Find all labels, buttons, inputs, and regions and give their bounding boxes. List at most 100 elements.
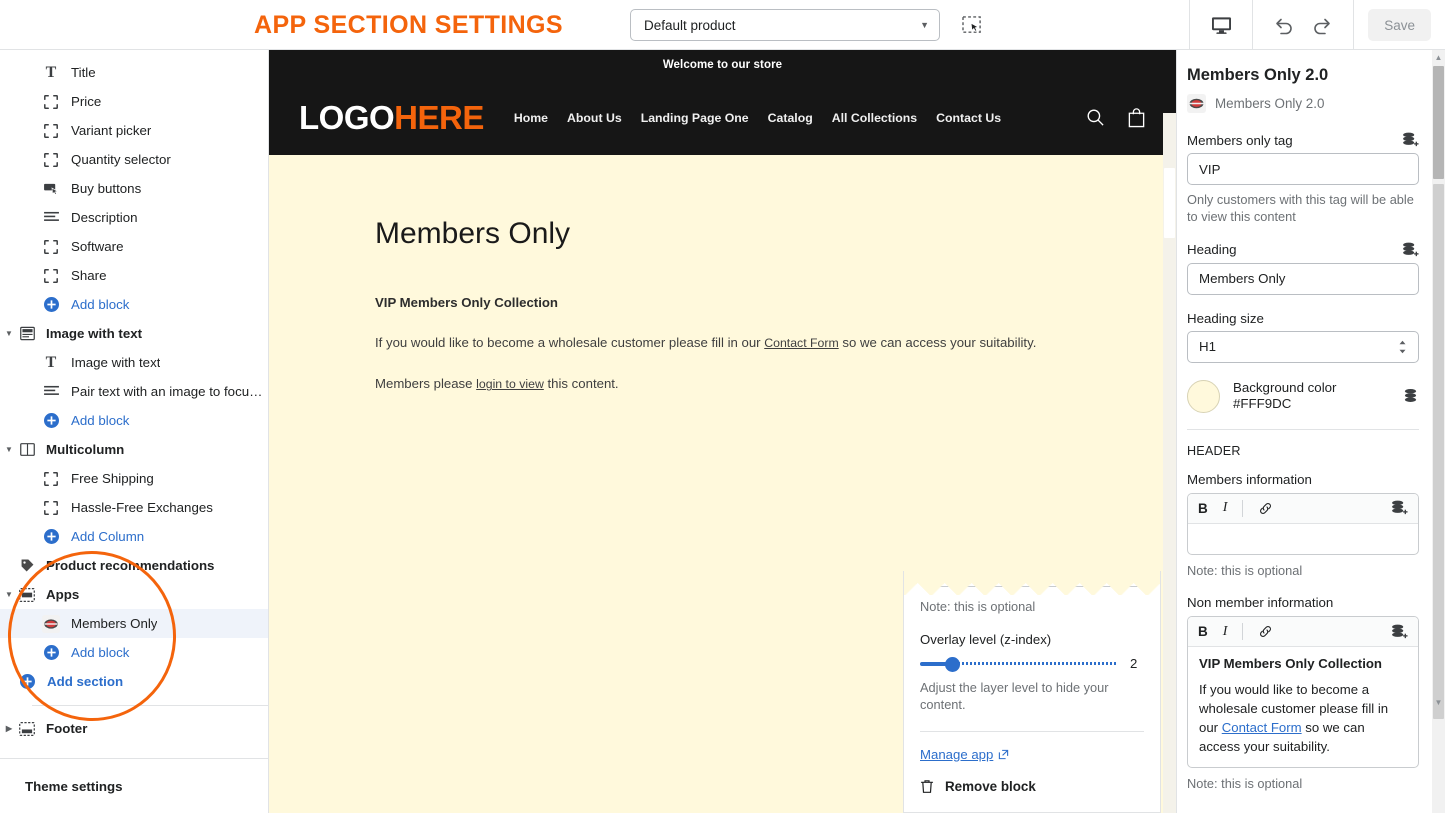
apps-icon — [16, 586, 38, 604]
theme-settings-button[interactable]: Theme settings — [0, 758, 268, 813]
device-tools — [1190, 0, 1252, 50]
desktop-icon[interactable] — [1202, 9, 1240, 41]
preview-scrollbar-thumb[interactable] — [1164, 168, 1175, 238]
sidebar-section-label: Multicolumn — [46, 442, 124, 457]
product-select[interactable]: Default product ▼ — [630, 9, 940, 41]
chevron-down-icon: ▼ — [920, 20, 929, 30]
members-only-app-icon — [1187, 94, 1206, 113]
add-block-label: Add block — [71, 413, 129, 428]
sidebar-block-label: Price — [71, 94, 101, 109]
nav-link-catalog[interactable]: Catalog — [768, 111, 813, 125]
chevron-down-icon[interactable]: ▼ — [2, 329, 16, 338]
chevron-down-icon[interactable]: ▼ — [2, 590, 16, 599]
add-block-button-product-information[interactable]: Add block — [0, 290, 268, 319]
rte-italic-button[interactable]: I — [1223, 624, 1228, 640]
background-color-swatch[interactable] — [1187, 380, 1220, 413]
dynamic-source-icon[interactable] — [1390, 624, 1408, 640]
undo-icon[interactable] — [1265, 9, 1303, 41]
sidebar-section-image-with-text[interactable]: ▼ Image with text — [0, 319, 268, 348]
marquee-select-icon[interactable] — [960, 14, 984, 36]
members-only-tag-input[interactable]: VIP — [1187, 153, 1419, 185]
dynamic-source-icon[interactable] — [1390, 500, 1408, 516]
chevron-right-icon[interactable]: ▶ — [2, 724, 16, 733]
add-block-button-image-with-text[interactable]: Add block — [0, 406, 268, 435]
settings-scrollbar-track-lower[interactable] — [1433, 184, 1444, 719]
heading-value: Members Only — [1199, 271, 1285, 286]
sidebar-section-product-recommendations[interactable]: Product recommendations — [0, 551, 268, 580]
contact-form-link[interactable]: Contact Form — [764, 336, 838, 350]
sidebar-block-description[interactable]: Description — [0, 203, 268, 232]
non-member-contact-form-link[interactable]: Contact Form — [1222, 720, 1302, 735]
sidebar-block-share[interactable]: Share — [0, 261, 268, 290]
manage-app-link[interactable]: Manage app — [920, 747, 1009, 762]
preview-scrollbar[interactable] — [1163, 113, 1176, 813]
sidebar-block-free-shipping[interactable]: Free Shipping — [0, 464, 268, 493]
rte-bold-button[interactable]: B — [1198, 501, 1208, 516]
sidebar-block-hassle-free-exchanges[interactable]: Hassle-Free Exchanges — [0, 493, 268, 522]
save-button[interactable]: Save — [1368, 9, 1431, 41]
sidebar-block-buy-buttons[interactable]: Buy buttons — [0, 174, 268, 203]
rte-italic-button[interactable]: I — [1223, 500, 1228, 516]
dynamic-source-icon[interactable] — [1402, 388, 1419, 404]
sidebar-section-footer[interactable]: ▶ Footer — [0, 714, 268, 743]
sidebar-section-label: Product recommendations — [46, 558, 214, 573]
settings-scrollbar-thumb[interactable] — [1433, 66, 1444, 179]
link-icon[interactable] — [1258, 624, 1273, 639]
sidebar-block-title[interactable]: T Title — [0, 58, 268, 87]
nav-link-about-us[interactable]: About Us — [567, 111, 622, 125]
overlay-level-slider[interactable] — [920, 657, 1116, 671]
heading-input[interactable]: Members Only — [1187, 263, 1419, 295]
multicolumn-icon — [16, 441, 38, 459]
sidebar-section-multicolumn[interactable]: ▼ Multicolumn — [0, 435, 268, 464]
remove-block-button[interactable]: Remove block — [920, 779, 1144, 794]
sidebar-block-image-with-text[interactable]: T Image with text — [0, 348, 268, 377]
link-icon[interactable] — [1258, 501, 1273, 516]
settings-panel-scrollbar[interactable]: ▲ ▼ — [1432, 50, 1445, 813]
heading-size-value: H1 — [1199, 339, 1216, 354]
rte-toolbar-separator — [1242, 500, 1243, 517]
trash-icon — [920, 779, 934, 794]
sidebar-section-apps[interactable]: ▼ Apps — [0, 580, 268, 609]
dynamic-source-icon[interactable] — [1401, 132, 1419, 148]
section-settings-panel: Members Only 2.0 Members Only 2.0 Member… — [1176, 50, 1445, 813]
add-column-button[interactable]: Add Column — [0, 522, 268, 551]
non-member-information-rte[interactable]: B I VIP Members Only Collection If you w… — [1187, 616, 1419, 768]
search-icon[interactable] — [1086, 108, 1105, 127]
scroll-up-arrow[interactable]: ▲ — [1432, 50, 1445, 64]
login-to-view-link[interactable]: login to view — [476, 377, 544, 391]
slider-thumb[interactable] — [945, 657, 960, 672]
members-only-tag-field-head: Members only tag — [1187, 132, 1419, 148]
sidebar-block-label: Free Shipping — [71, 471, 154, 486]
background-color-row[interactable]: Background color #FFF9DC — [1187, 380, 1419, 413]
nav-link-home[interactable]: Home — [514, 111, 548, 125]
add-section-button[interactable]: Add section — [0, 667, 268, 696]
scroll-down-arrow[interactable]: ▼ — [1432, 695, 1445, 709]
rte-bold-button[interactable]: B — [1198, 624, 1208, 639]
chevron-down-icon[interactable]: ▼ — [2, 445, 16, 454]
sidebar-block-variant-picker[interactable]: Variant picker — [0, 116, 268, 145]
sidebar-scroll-area[interactable]: ▼ Product information Text T Title Price — [0, 0, 268, 760]
sidebar-block-pair-text[interactable]: Pair text with an image to focus ... — [0, 377, 268, 406]
sidebar-block-members-only[interactable]: Members Only — [0, 609, 268, 638]
popover-divider — [920, 731, 1144, 732]
history-tools — [1253, 0, 1353, 50]
nav-link-contact-us[interactable]: Contact Us — [936, 111, 1001, 125]
heading-size-select[interactable]: H1 — [1187, 331, 1419, 363]
dynamic-source-icon[interactable] — [1401, 242, 1419, 258]
non-member-information-value[interactable]: VIP Members Only Collection If you would… — [1188, 647, 1418, 767]
sidebar-block-price[interactable]: Price — [0, 87, 268, 116]
preview-paragraph-2-before: Members please — [375, 376, 476, 391]
nav-link-landing-page-one[interactable]: Landing Page One — [641, 111, 749, 125]
generic-block-icon — [40, 238, 62, 256]
sidebar-block-quantity-selector[interactable]: Quantity selector — [0, 145, 268, 174]
nav-link-all-collections[interactable]: All Collections — [832, 111, 917, 125]
settings-content: Members Only 2.0 Members Only 2.0 Member… — [1177, 50, 1445, 792]
sidebar-block-software[interactable]: Software — [0, 232, 268, 261]
store-logo[interactable]: LOGOHERE — [299, 101, 484, 134]
add-block-button-apps[interactable]: Add block — [0, 638, 268, 667]
redo-icon[interactable] — [1303, 9, 1341, 41]
members-information-value[interactable] — [1188, 524, 1418, 554]
cart-icon[interactable] — [1127, 108, 1146, 128]
heading-field-head: Heading — [1187, 242, 1419, 258]
members-information-rte[interactable]: B I — [1187, 493, 1419, 555]
